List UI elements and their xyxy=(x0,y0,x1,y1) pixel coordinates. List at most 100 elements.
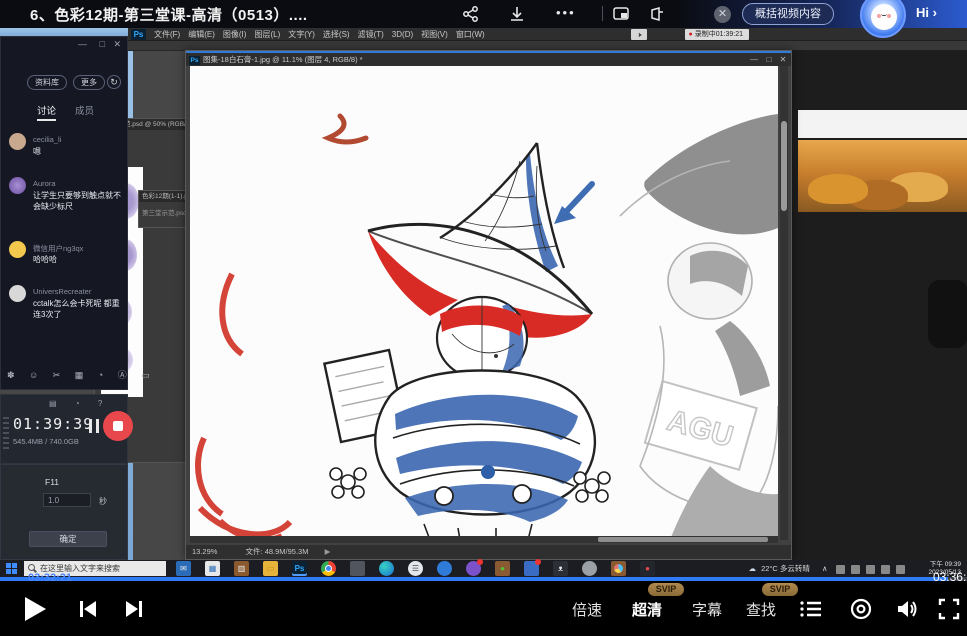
cat-app-icon[interactable]: ᴥ xyxy=(553,561,568,576)
username: cecilia_li xyxy=(33,135,61,144)
music-app-icon[interactable] xyxy=(466,561,481,576)
recorder-toolbar-icons[interactable]: ▤ ◔ ? xyxy=(49,399,110,408)
chat-message: UniversRecreater cctalk怎么会卡死呢 都重连3次了 xyxy=(9,285,121,337)
playlist-icon[interactable] xyxy=(800,600,822,618)
stop-record-button[interactable] xyxy=(103,411,133,441)
menu-edit[interactable]: 编辑(E) xyxy=(188,28,215,41)
store-icon[interactable]: ▥ xyxy=(234,561,249,576)
system-tray[interactable]: ☁ 22°C 多云转晴 ∧ xyxy=(749,562,908,575)
divider xyxy=(602,6,603,21)
share-icon[interactable] xyxy=(462,5,484,23)
document-titlebar[interactable]: Ps图集-18白石膏-1.jpg @ 11.1% (图层 4, RGB/8) * xyxy=(186,53,791,66)
menu-window[interactable]: 窗口(W) xyxy=(456,28,485,41)
menu-filter[interactable]: 滤镜(T) xyxy=(358,28,384,41)
start-button[interactable] xyxy=(6,563,17,574)
menu-layer[interactable]: 图层(L) xyxy=(254,28,280,41)
network-tray-icon[interactable] xyxy=(896,565,905,574)
menu-3d[interactable]: 3D(D) xyxy=(392,28,413,41)
mail-icon[interactable]: ✉ xyxy=(176,561,191,576)
speed-button[interactable]: 倍速 xyxy=(572,599,602,620)
value-input[interactable]: 1.0 xyxy=(43,493,91,507)
drive-icon[interactable] xyxy=(350,561,365,576)
weather-text: 22°C 多云转晴 xyxy=(761,564,810,573)
tab-discussion[interactable]: 讨论 xyxy=(37,103,56,121)
recorder-app-icon[interactable]: ● xyxy=(640,561,655,576)
avatar[interactable] xyxy=(9,241,26,258)
chat-window[interactable]: — □ ✕ 资料库 更多 ↻ 讨论 成员 cecilia_li 嗯 Aurora… xyxy=(0,36,128,390)
play-button[interactable] xyxy=(22,595,48,623)
tab-members[interactable]: 成员 xyxy=(75,103,94,117)
maximize-icon[interactable]: □ xyxy=(762,53,776,66)
username: 微信用户ng3qx xyxy=(33,243,83,254)
tray-expand-icon[interactable]: ∧ xyxy=(822,564,828,573)
calendar-icon[interactable]: ▦ xyxy=(205,561,220,576)
volume-icon[interactable] xyxy=(896,598,920,620)
confirm-button[interactable]: 确定 xyxy=(29,531,107,547)
close-icon[interactable]: ✕ xyxy=(113,39,121,50)
close-icon[interactable]: ✕ xyxy=(776,53,790,66)
document-icon: Ps xyxy=(189,56,200,65)
volume-tray-icon[interactable] xyxy=(881,565,890,574)
fullscreen-icon[interactable] xyxy=(938,598,960,620)
scrollbar-thumb[interactable] xyxy=(781,121,787,211)
player-controls: 03:32:21 03:36:1 倍速 SVIP 超清 字幕 SVIP 查找 xyxy=(0,581,967,636)
screen-recorder-panel[interactable]: ▤ ◔ ? 01:39:39 545.4MB / 740.0GB xyxy=(0,394,128,464)
previous-button[interactable] xyxy=(78,599,98,619)
clock-app-icon[interactable] xyxy=(611,561,626,576)
tray-icon[interactable] xyxy=(866,565,875,574)
find-button[interactable]: 查找 xyxy=(746,599,776,620)
vertical-scrollbar[interactable] xyxy=(780,66,788,540)
horizontal-scrollbar[interactable] xyxy=(190,536,778,543)
pause-icon[interactable] xyxy=(89,419,99,433)
recording-timer: 01:39:39 xyxy=(13,415,93,433)
record-screen-icon[interactable] xyxy=(850,598,872,620)
edge-icon[interactable] xyxy=(379,561,394,576)
character-head xyxy=(437,297,527,379)
recording-status-badge: ●录制中01:39:21 xyxy=(685,29,749,40)
more-options-icon[interactable]: ••• xyxy=(556,5,578,23)
summarize-video-button[interactable]: 概括视频内容 xyxy=(742,3,834,25)
assistant-label[interactable]: Hi › xyxy=(916,5,937,20)
photoshop-document-window[interactable]: Ps图集-18白石膏-1.jpg @ 11.1% (图层 4, RGB/8) *… xyxy=(185,50,792,560)
video-content[interactable]: Ps 文件(F) 编辑(E) 图像(I) 图层(L) 文字(Y) 选择(S) 滤镜(T) 3D(… xyxy=(0,28,967,577)
zoom-level[interactable]: 13.29% xyxy=(192,547,217,556)
menu-select[interactable]: 选择(S) xyxy=(323,28,350,41)
file-explorer-icon[interactable]: ▭ xyxy=(263,561,278,576)
photoshop-canvas[interactable]: AGU xyxy=(190,66,778,540)
photoshop-taskbar-icon[interactable]: Ps xyxy=(292,561,307,576)
chrome-icon[interactable] xyxy=(321,561,336,576)
chat-toolbar-icons[interactable]: ✽ ☺ ✂ ▦ ◔ Ⓐ ▭ xyxy=(7,368,123,381)
quality-button[interactable]: 超清 xyxy=(632,599,662,620)
picture-in-picture-icon[interactable] xyxy=(612,5,634,23)
download-icon[interactable] xyxy=(508,5,530,23)
tray-icon[interactable] xyxy=(851,565,860,574)
maximize-icon[interactable]: □ xyxy=(100,39,105,49)
menu-image[interactable]: 图像(I) xyxy=(223,28,247,41)
wechat-icon[interactable]: ● xyxy=(495,561,510,576)
scrollbar-thumb[interactable] xyxy=(598,537,768,542)
refresh-icon[interactable]: ↻ xyxy=(107,75,121,89)
next-button[interactable] xyxy=(124,599,144,619)
floating-widget[interactable] xyxy=(928,280,967,348)
steam-icon[interactable] xyxy=(582,561,597,576)
avatar[interactable] xyxy=(9,177,26,194)
avatar[interactable] xyxy=(9,133,26,150)
media-app-icon[interactable]: ☰ xyxy=(408,561,423,576)
menu-type[interactable]: 文字(Y) xyxy=(288,28,315,41)
menu-view[interactable]: 视图(V) xyxy=(421,28,448,41)
minimize-icon[interactable]: — xyxy=(78,39,87,49)
mute-flag-icon[interactable] xyxy=(648,5,670,23)
photoshop-logo: Ps xyxy=(131,29,146,40)
tray-icon[interactable] xyxy=(836,565,845,574)
minimize-icon[interactable]: — xyxy=(747,53,761,66)
menu-file[interactable]: 文件(F) xyxy=(154,28,180,41)
library-button[interactable]: 资料库 xyxy=(27,75,67,90)
more-button[interactable]: 更多 xyxy=(73,75,105,90)
work-app-icon[interactable] xyxy=(524,561,539,576)
close-overlay-icon[interactable]: ✕ xyxy=(714,6,731,23)
cctalk-icon[interactable] xyxy=(437,561,452,576)
subtitle-button[interactable]: 字幕 xyxy=(692,599,722,620)
status-arrow-icon[interactable]: ▶ xyxy=(325,547,331,556)
avatar[interactable] xyxy=(9,285,26,302)
witch-cupcake-drawing: AGU xyxy=(190,66,778,540)
